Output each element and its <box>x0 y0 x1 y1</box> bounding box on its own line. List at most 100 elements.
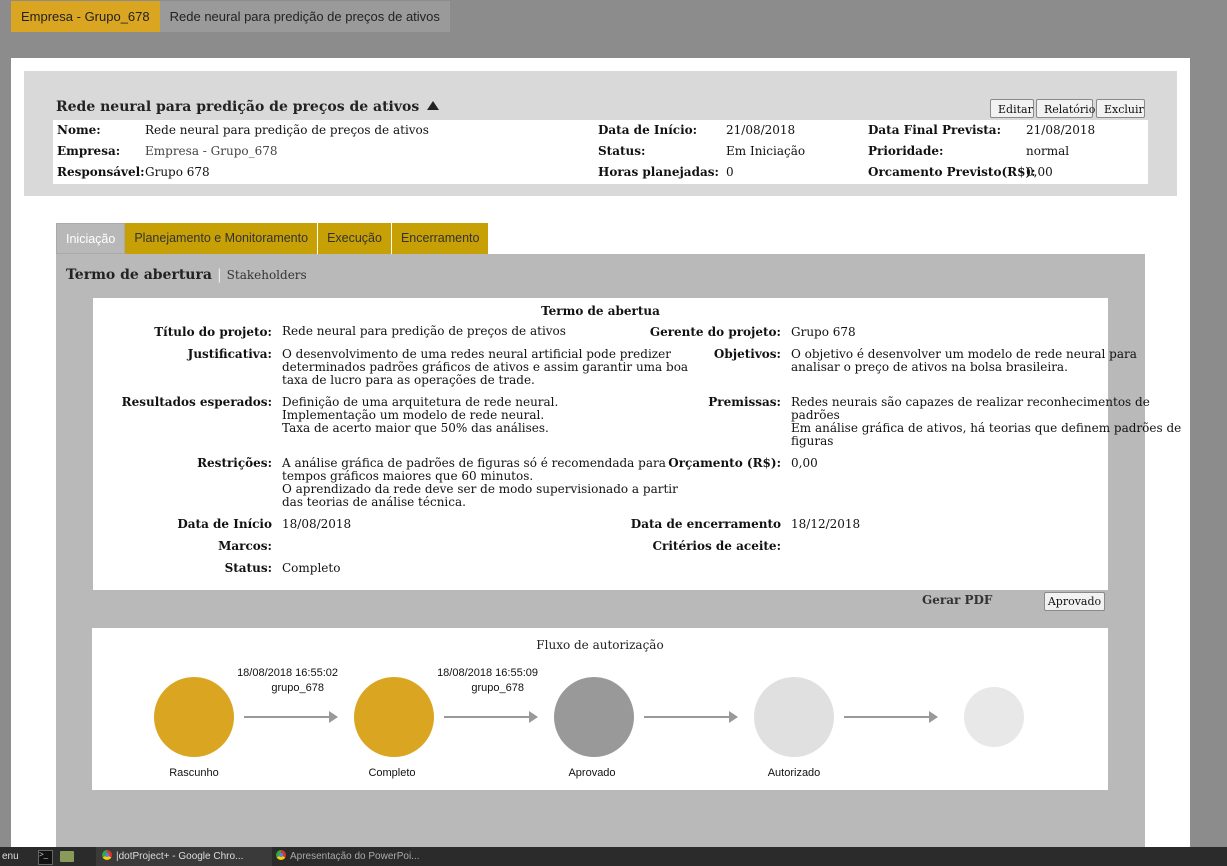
info-value-empresa-link[interactable]: Empresa - Grupo_678 <box>145 144 278 158</box>
transition-timestamp: 18/08/2018 16:55:02 <box>237 667 338 679</box>
flow-label-completo: Completo <box>368 767 416 779</box>
project-info-table: Nome: Rede neural para predição de preço… <box>53 120 1148 184</box>
label-gerente: Gerente do projeto: <box>649 325 781 339</box>
label-objetivos: Objetivos: <box>713 347 781 361</box>
phase-tabs: Iniciação Planejamento e Monitoramento E… <box>56 223 490 254</box>
project-title[interactable]: Rede neural para predição de preços de a… <box>56 99 440 115</box>
value-gerente: Grupo 678 <box>791 325 856 339</box>
transition-timestamp: 18/08/2018 16:55:09 <box>437 667 538 679</box>
flow-label-aprovado: Aprovado <box>568 767 616 779</box>
info-value-horas: 0 <box>726 165 734 179</box>
label-status: Status: <box>224 561 272 575</box>
flow-arrow-icon <box>844 711 938 723</box>
objetivos-line: analisar o preço de ativos na bolsa bras… <box>791 360 1068 374</box>
subtab-termo-abertura[interactable]: Termo de abertura <box>66 267 212 283</box>
flow-node-rascunho <box>154 677 234 757</box>
info-label-data-final: Data Final Prevista: <box>868 123 1002 137</box>
project-title-text: Rede neural para predição de preços de a… <box>56 99 420 115</box>
flow-title: Fluxo de autorização <box>536 638 664 652</box>
chrome-icon <box>102 850 112 860</box>
label-restricoes: Restrições: <box>197 456 272 470</box>
flow-label-rascunho: Rascunho <box>169 767 219 779</box>
report-button[interactable]: Relatório <box>1036 99 1095 118</box>
tab-encerramento[interactable]: Encerramento <box>391 223 490 254</box>
flow-node-autorizado <box>754 677 834 757</box>
resultados-line: Taxa de acerto maior que 50% das análise… <box>282 421 549 435</box>
value-orcamento: 0,00 <box>791 456 818 470</box>
subtab-stakeholders[interactable]: Stakeholders <box>227 268 307 282</box>
chrome-icon <box>276 850 286 860</box>
info-value-data-inicio: 21/08/2018 <box>726 123 796 137</box>
label-premissas: Premissas: <box>708 395 781 409</box>
breadcrumb: Empresa - Grupo_678 Rede neural para pre… <box>11 1 450 32</box>
info-label-empresa: Empresa: <box>57 144 121 158</box>
info-label-horas: Horas planejadas: <box>598 165 719 179</box>
taskbar-item-label: Apresentação do PowerPoi... <box>290 851 420 862</box>
label-justificativa: Justificativa: <box>187 347 272 361</box>
file-manager-icon[interactable] <box>60 851 74 862</box>
info-label-responsavel: Responsável: <box>57 165 145 179</box>
transition-user: grupo_678 <box>271 682 324 694</box>
info-value-data-final: 21/08/2018 <box>1026 123 1096 137</box>
start-menu-button[interactable]: enu <box>2 847 19 866</box>
info-value-orcamento: 0,00 <box>1026 165 1053 179</box>
taskbar-item-chrome[interactable]: |dotProject+ - Google Chro... <box>96 847 272 866</box>
collapse-triangle-icon[interactable] <box>427 101 440 110</box>
tab-execucao[interactable]: Execução <box>318 223 392 254</box>
label-data-encerramento: Data de encerramento <box>630 517 781 531</box>
breadcrumb-company-link[interactable]: Empresa - Grupo_678 <box>11 1 160 32</box>
info-value-prioridade: normal <box>1026 144 1070 158</box>
label-marcos: Marcos: <box>218 539 272 553</box>
tab-planejamento[interactable]: Planejamento e Monitoramento <box>125 223 319 254</box>
restricoes-line: das teorias de análise técnica. <box>282 495 466 509</box>
label-orcamento: Orçamento (R$): <box>668 456 781 470</box>
label-titulo: Título do projeto: <box>154 325 272 339</box>
flow-node-final <box>964 687 1024 747</box>
justificativa-line: taxa de lucro para as operações de trade… <box>282 373 535 387</box>
value-data-encerramento: 18/12/2018 <box>791 517 861 531</box>
subtabs: Termo de abertura | Stakeholders <box>66 267 307 283</box>
flow-arrow-icon <box>644 711 738 723</box>
authorization-flow: Fluxo de autorização 18/08/2018 16:55:02… <box>92 628 1108 790</box>
info-value-nome: Rede neural para predição de preços de a… <box>145 123 429 137</box>
gerar-pdf-link[interactable]: Gerar PDF <box>922 593 992 607</box>
edit-button[interactable]: Editar <box>990 99 1034 118</box>
aprovado-button[interactable]: Aprovado <box>1044 592 1105 611</box>
label-criterios: Critérios de aceite: <box>652 539 781 553</box>
termo-abertura-card: Termo de abertua Título do projeto: Rede… <box>93 298 1181 590</box>
subtab-separator: | <box>216 267 222 283</box>
value-resultados: Definição de uma arquitetura de rede neu… <box>282 396 558 435</box>
value-status: Completo <box>282 561 341 575</box>
termo-title: Termo de abertua <box>541 304 660 318</box>
taskbar-item-label: |dotProject+ - Google Chro... <box>116 851 244 862</box>
transition-user: grupo_678 <box>471 682 524 694</box>
info-label-data-inicio: Data de Início: <box>598 123 698 137</box>
flow-label-autorizado: Autorizado <box>767 767 821 779</box>
info-value-responsavel: Grupo 678 <box>145 165 210 179</box>
value-objetivos: O objetivo é desenvolver um modelo de re… <box>791 348 1137 374</box>
premissas-line: Redes neurais são capazes de realizar re… <box>791 395 1150 409</box>
info-label-prioridade: Prioridade: <box>868 144 944 158</box>
project-header: Rede neural para predição de preços de a… <box>24 71 1177 196</box>
value-titulo: Rede neural para predição de preços de a… <box>282 324 566 338</box>
tab-content: Termo de abertura | Stakeholders Termo de … <box>56 254 1181 848</box>
info-label-nome: Nome: <box>57 123 101 137</box>
info-label-orcamento: Orcamento Previsto(R$): <box>868 165 1036 179</box>
taskbar-item-powerpoint[interactable]: Apresentação do PowerPoi... <box>270 847 446 866</box>
premissas-line: Em análise gráfica de ativos, há teorias… <box>791 421 1182 435</box>
terminal-icon[interactable]: >_ <box>38 850 53 865</box>
flow-arrow-icon <box>244 711 338 723</box>
value-premissas: Redes neurais são capazes de realizar re… <box>791 396 1181 448</box>
flow-node-aprovado <box>554 677 634 757</box>
value-restricoes: A análise gráfica de padrões de figuras … <box>282 457 678 509</box>
main-panel: Rede neural para predição de preços de a… <box>11 58 1190 848</box>
breadcrumb-project: Rede neural para predição de preços de a… <box>159 1 450 32</box>
delete-button[interactable]: Excluir <box>1096 99 1145 118</box>
label-resultados: Resultados esperados: <box>121 395 272 409</box>
flow-node-completo <box>354 677 434 757</box>
flow-arrow-icon <box>444 711 538 723</box>
tab-iniciacao[interactable]: Iniciação <box>56 223 126 254</box>
value-data-inicio: 18/08/2018 <box>282 517 352 531</box>
premissas-line: figuras <box>791 434 834 448</box>
label-data-inicio: Data de Início <box>177 517 272 531</box>
